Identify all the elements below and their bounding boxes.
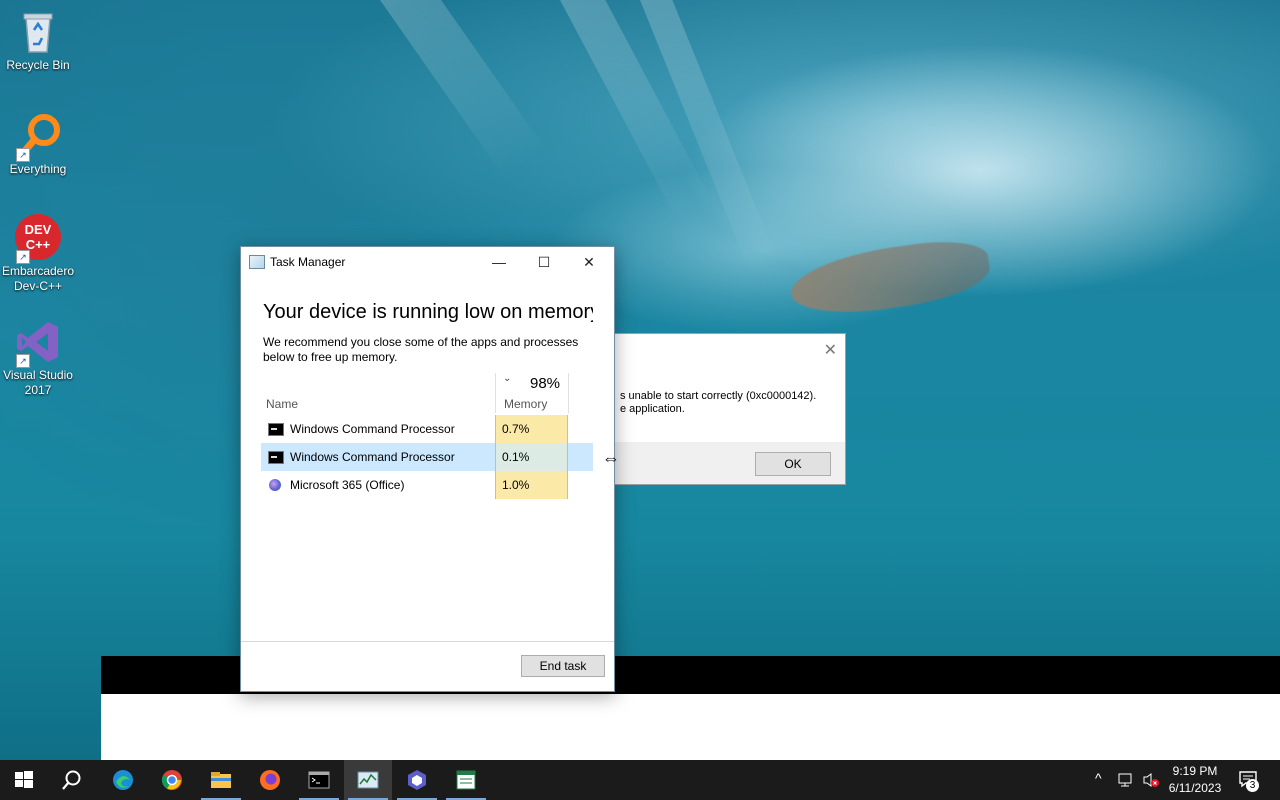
- column-divider: [495, 373, 496, 413]
- taskbar: ^ 9:19 PM 6/11/2023 3: [0, 760, 1280, 800]
- end-task-button[interactable]: End task: [521, 655, 605, 677]
- taskbar-firefox[interactable]: [246, 760, 294, 800]
- clock-date[interactable]: 6/11/2023: [1160, 781, 1230, 795]
- background-window-white-area: [101, 694, 1280, 760]
- minimize-button[interactable]: —: [477, 250, 521, 274]
- cmd-icon: [268, 451, 284, 464]
- taskbar-chrome[interactable]: [148, 760, 196, 800]
- process-name: Windows Command Processor: [290, 422, 455, 436]
- process-memory: 1.0%: [495, 471, 568, 499]
- light-ray: [380, 0, 548, 181]
- column-header-name[interactable]: Name: [266, 397, 298, 411]
- show-hidden-icons-chevron-up-icon[interactable]: ^: [1095, 770, 1102, 786]
- start-button[interactable]: [0, 760, 48, 800]
- column-header-memory[interactable]: Memory: [504, 397, 547, 411]
- cmd-icon: [268, 423, 284, 436]
- desktop-icon-everything[interactable]: ↗ Everything: [0, 112, 76, 177]
- taskbar-cmd[interactable]: [295, 760, 343, 800]
- notification-count-badge: 3: [1246, 779, 1259, 792]
- recycle-bin-icon: [14, 8, 62, 56]
- taskbar-notepad[interactable]: [442, 760, 490, 800]
- process-memory: 0.1%: [495, 443, 568, 471]
- column-divider: [568, 373, 569, 413]
- process-row[interactable]: Windows Command Processor 0.7%: [261, 415, 593, 443]
- file-explorer-icon: [211, 772, 231, 788]
- desktop-icon-label: Visual Studio 2017: [3, 368, 73, 397]
- memory-total-percent: 98%: [530, 375, 561, 392]
- maximize-button[interactable]: ☐: [522, 250, 566, 274]
- chrome-icon: [161, 770, 182, 790]
- shortcut-arrow-icon: ↗: [16, 250, 30, 264]
- task-manager-window: Task Manager — ☐ ✕ Your device is runnin…: [240, 246, 615, 692]
- action-center-button[interactable]: 3: [1238, 770, 1260, 792]
- task-manager-icon: [249, 255, 265, 269]
- taskbar-edge[interactable]: [99, 760, 147, 800]
- close-button[interactable]: ✕: [567, 250, 611, 274]
- chevron-down-icon[interactable]: ⌄: [503, 373, 511, 384]
- search-button[interactable]: [48, 760, 96, 800]
- process-name: Windows Command Processor: [290, 450, 455, 464]
- search-icon: [62, 770, 81, 790]
- page-title: Your device is running low on memory: [263, 301, 593, 323]
- description-text: We recommend you close some of the apps …: [263, 335, 579, 364]
- window-title: Task Manager: [270, 255, 346, 269]
- error-message: s unable to start correctly (0xc0000142)…: [620, 390, 817, 415]
- network-icon[interactable]: [1118, 772, 1136, 788]
- shortcut-arrow-icon: ↗: [16, 354, 30, 368]
- desktop-icon-recycle-bin[interactable]: Recycle Bin: [0, 8, 76, 73]
- desktop-icon-visual-studio[interactable]: ↗ Visual Studio 2017: [0, 318, 76, 398]
- desktop-icon-dev-cpp[interactable]: DEV C++ ↗ Embarcadero Dev-C++: [0, 214, 76, 294]
- visual-studio-icon: [408, 770, 426, 790]
- edge-icon: [113, 770, 133, 790]
- footer-divider: [241, 641, 614, 642]
- process-memory: 0.7%: [495, 415, 568, 443]
- everything-search-icon: ↗: [14, 112, 62, 162]
- wallpaper-figure: [786, 234, 994, 322]
- visual-studio-icon: ↗: [14, 318, 62, 368]
- dialog-footer: OK: [613, 442, 845, 484]
- close-icon[interactable]: ✕: [824, 340, 837, 360]
- process-row-selected[interactable]: Windows Command Processor 0.1%: [261, 443, 593, 471]
- dev-cpp-icon: DEV C++ ↗: [14, 214, 62, 264]
- desktop-icon-label: Everything: [9, 162, 67, 176]
- office-icon: [269, 479, 281, 491]
- resize-cursor-icon: ⇔: [602, 448, 620, 468]
- taskbar-visual-studio[interactable]: [393, 760, 441, 800]
- ok-button[interactable]: OK: [755, 452, 831, 476]
- desktop-icon-label: Embarcadero Dev-C++: [1, 264, 75, 293]
- cmd-icon: [308, 771, 330, 789]
- task-manager-icon: [357, 771, 379, 789]
- desktop-icon-label: Recycle Bin: [6, 58, 70, 72]
- clock-time[interactable]: 9:19 PM: [1160, 764, 1230, 778]
- taskbar-task-manager[interactable]: [344, 760, 392, 800]
- firefox-icon: [260, 770, 280, 790]
- process-row[interactable]: Microsoft 365 (Office) 1.0%: [261, 471, 593, 499]
- process-name: Microsoft 365 (Office): [290, 478, 405, 492]
- shortcut-arrow-icon: ↗: [16, 148, 30, 162]
- application-error-dialog: ✕ s unable to start correctly (0xc000014…: [612, 333, 846, 485]
- notepad-icon: [456, 770, 476, 790]
- taskbar-file-explorer[interactable]: [197, 760, 245, 800]
- volume-muted-icon[interactable]: [1142, 772, 1160, 788]
- start-icon: [15, 771, 33, 788]
- title-bar[interactable]: Task Manager — ☐ ✕: [241, 247, 614, 277]
